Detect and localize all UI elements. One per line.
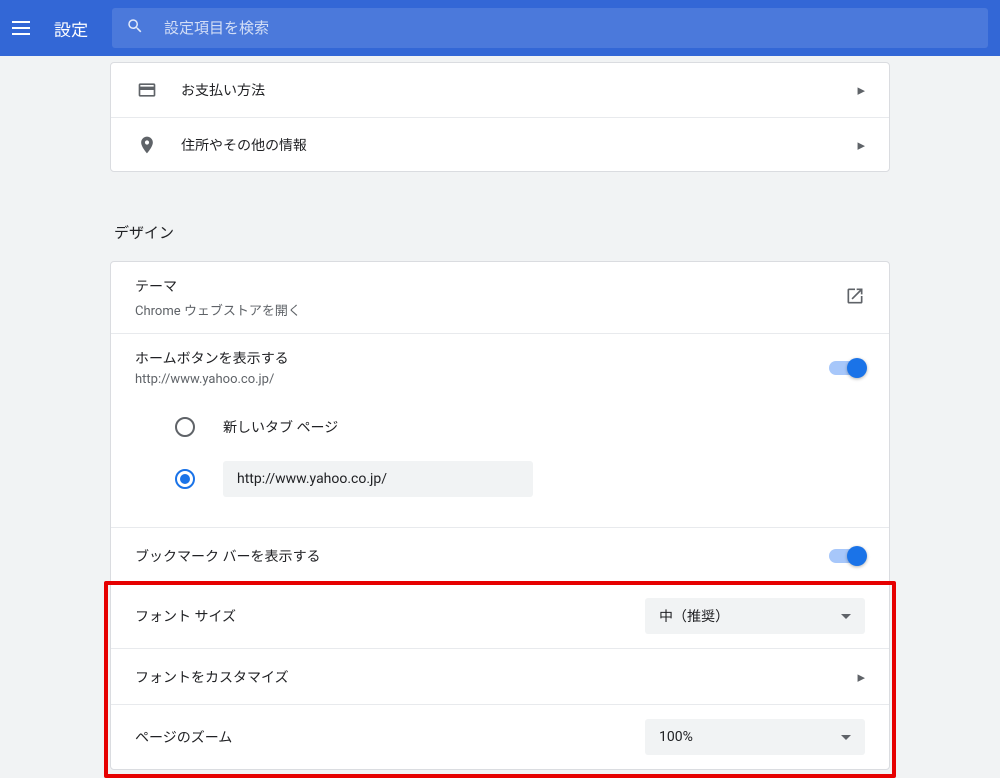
theme-subtitle: Chrome ウェブストアを開く	[135, 300, 845, 319]
location-pin-icon	[135, 135, 159, 155]
home-button-radio-group: 新しいタブ ページ http://www.yahoo.co.jp/	[111, 401, 889, 527]
design-heading: デザイン	[110, 172, 890, 255]
chevron-right-icon: ▸	[857, 136, 865, 154]
font-size-select[interactable]: 中（推奨）	[645, 598, 865, 634]
theme-row[interactable]: テーマ Chrome ウェブストアを開く	[111, 262, 889, 333]
home-button-toggle[interactable]	[829, 361, 865, 375]
font-size-value: 中（推奨）	[659, 606, 729, 626]
radio-unchecked-icon	[175, 417, 195, 437]
menu-icon[interactable]	[12, 16, 36, 40]
page-zoom-select[interactable]: 100%	[645, 719, 865, 755]
autofill-card: お支払い方法 ▸ 住所やその他の情報 ▸	[110, 62, 890, 172]
page-zoom-row: ページのズーム 100%	[111, 704, 889, 769]
payment-label: お支払い方法	[181, 80, 857, 100]
home-button-title: ホームボタンを表示する	[135, 348, 829, 368]
page-zoom-label: ページのズーム	[135, 727, 645, 747]
bookmark-bar-row: ブックマーク バーを表示する	[111, 527, 889, 583]
bookmark-bar-toggle[interactable]	[829, 549, 865, 563]
search-icon	[126, 17, 144, 39]
credit-card-icon	[135, 80, 159, 100]
home-button-row: ホームボタンを表示する http://www.yahoo.co.jp/	[111, 333, 889, 401]
dropdown-arrow-icon	[841, 735, 851, 740]
chevron-right-icon: ▸	[857, 81, 865, 99]
payment-methods-row[interactable]: お支払い方法 ▸	[111, 63, 889, 117]
home-url-input[interactable]: http://www.yahoo.co.jp/	[223, 461, 533, 497]
addresses-row[interactable]: 住所やその他の情報 ▸	[111, 117, 889, 171]
open-in-new-icon	[845, 286, 865, 310]
dropdown-arrow-icon	[841, 614, 851, 619]
customize-fonts-row[interactable]: フォントをカスタマイズ ▸	[111, 648, 889, 704]
settings-header: 設定	[0, 0, 1000, 56]
radio-checked-icon	[175, 469, 195, 489]
theme-title: テーマ	[135, 276, 845, 296]
customize-fonts-label: フォントをカスタマイズ	[135, 667, 857, 687]
radio-newtab[interactable]: 新しいタブ ページ	[135, 405, 865, 449]
bookmark-bar-label: ブックマーク バーを表示する	[135, 546, 829, 566]
font-size-label: フォント サイズ	[135, 606, 645, 626]
search-input[interactable]	[164, 20, 974, 37]
address-label: 住所やその他の情報	[181, 135, 857, 155]
radio-custom-url[interactable]: http://www.yahoo.co.jp/	[135, 449, 865, 509]
page-title: 設定	[54, 16, 88, 41]
design-card: テーマ Chrome ウェブストアを開く ホームボタンを表示する http://…	[110, 261, 890, 770]
font-size-row: フォント サイズ 中（推奨）	[111, 583, 889, 648]
radio-newtab-label: 新しいタブ ページ	[223, 417, 338, 437]
home-button-subtitle: http://www.yahoo.co.jp/	[135, 372, 829, 387]
page-zoom-value: 100%	[659, 729, 693, 745]
search-field[interactable]	[112, 8, 988, 48]
chevron-right-icon: ▸	[857, 668, 865, 686]
